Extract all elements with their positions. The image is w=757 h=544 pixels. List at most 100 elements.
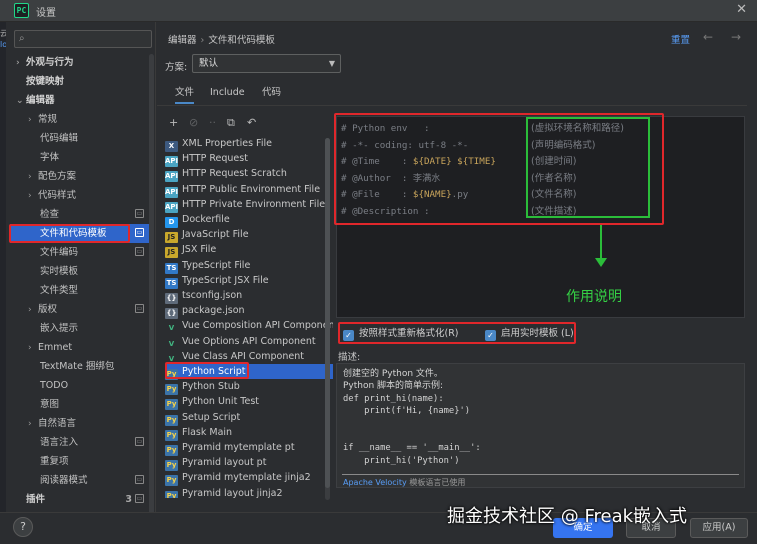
template-item[interactable]: TS TypeScript File xyxy=(165,258,333,274)
sidebar-item-plugins[interactable]: 插件 3 ▭ xyxy=(26,490,150,509)
template-item[interactable]: Py Setup Script xyxy=(165,410,333,426)
add-icon[interactable]: + xyxy=(169,116,178,130)
sidebar-item-code-editing[interactable]: 代码编辑 xyxy=(40,129,78,148)
code-text: # Python env : xyxy=(341,123,430,134)
help-button[interactable]: ? xyxy=(13,517,33,537)
template-item-label: Flask Main xyxy=(182,426,233,438)
template-item[interactable]: V Vue Class API Component xyxy=(165,349,333,364)
sidebar-item-inspections[interactable]: 检查 ▭ xyxy=(40,205,150,224)
tab-code[interactable]: 代码 xyxy=(262,86,281,104)
sidebar-item-duplicates[interactable]: 重复项 xyxy=(40,452,69,471)
template-code-editor[interactable]: # Python env : (虚拟环境名称和路径) # -*- coding: u… xyxy=(336,116,745,318)
template-item[interactable]: Py Pyramid layout jinja2 xyxy=(165,486,333,498)
settings-search[interactable]: ⌕ xyxy=(14,30,152,48)
template-item[interactable]: Py Python Stub xyxy=(165,379,333,396)
template-item[interactable]: TS TypeScript JSX File xyxy=(165,273,333,289)
template-item-label: HTTP Public Environment File xyxy=(182,183,321,195)
template-item-label: tsconfig.json xyxy=(182,290,243,301)
sidebar-item-label: 配色方案 xyxy=(38,171,77,182)
code-line: # @File : ${NAME}.py (文件名称) xyxy=(341,187,741,202)
sidebar-item-natural-languages[interactable]: › 自然语言 xyxy=(28,414,76,433)
template-item[interactable]: JS JSX File xyxy=(165,242,333,259)
template-item[interactable]: V Vue Composition API Component xyxy=(165,318,333,333)
tab-include[interactable]: Include xyxy=(210,86,245,104)
forward-arrow-icon[interactable]: → xyxy=(731,30,741,44)
code-variable: ${DATE} ${TIME} xyxy=(412,156,496,168)
sidebar-item-label: 文件和代码模板 xyxy=(40,228,107,239)
template-item-label: Setup Script xyxy=(182,411,241,423)
footer-text: 模板语言已使用 xyxy=(406,478,466,487)
close-icon[interactable]: ✕ xyxy=(736,3,747,17)
copy-icon[interactable]: ⧉ xyxy=(227,116,235,130)
template-item[interactable]: Py Python Script xyxy=(165,364,333,380)
sidebar-item-file-encodings[interactable]: 文件编码 ▭ xyxy=(40,243,150,262)
tab-divider xyxy=(157,105,747,106)
sidebar-item-label: 实时模板 xyxy=(40,266,79,277)
template-list-scroll-thumb[interactable] xyxy=(325,138,330,488)
template-item[interactable]: Py Flask Main xyxy=(165,425,333,441)
sidebar-item-font[interactable]: 字体 xyxy=(40,148,59,167)
cancel-button[interactable]: 取消 xyxy=(626,518,676,538)
live-templates-checkbox[interactable]: ✓ 启用实时模板 (L) xyxy=(485,326,574,342)
template-item[interactable]: {} tsconfig.json xyxy=(165,288,333,304)
sidebar-item-color-scheme[interactable]: › 配色方案 xyxy=(28,167,76,186)
sidebar-item-inlay-hints[interactable]: 嵌入提示 xyxy=(40,319,78,338)
template-item-label: Pyramid layout jinja2 xyxy=(182,487,283,498)
sidebar-item-intentions[interactable]: 意图 xyxy=(40,395,59,414)
sidebar-item-textmate[interactable]: TextMate 捆绑包 xyxy=(40,357,114,376)
scheme-label: 方案: xyxy=(165,62,188,73)
reformat-checkbox[interactable]: ✓ 按照样式重新格式化(R) xyxy=(343,326,459,342)
template-item-label: HTTP Request xyxy=(182,153,248,165)
template-item[interactable]: API HTTP Request Scratch xyxy=(165,166,333,183)
sidebar-item-file-types[interactable]: 文件类型 xyxy=(40,281,78,300)
sidebar-item-keymap[interactable]: 按键映射 xyxy=(26,72,64,91)
sidebar-item-reader-mode[interactable]: 阅读器模式 ▭ xyxy=(40,471,150,490)
sidebar-item-emmet[interactable]: › Emmet xyxy=(28,338,72,357)
apply-button[interactable]: 应用(A) xyxy=(690,518,748,538)
breadcrumb-separator: › xyxy=(200,35,205,46)
sidebar-item-appearance[interactable]: › 外观与行为 xyxy=(16,53,74,72)
template-item[interactable]: Py Pyramid mytemplate jinja2 xyxy=(165,470,333,487)
template-item[interactable]: D Dockerfile xyxy=(165,212,333,228)
template-item-label: HTTP Request Scratch xyxy=(182,168,287,180)
sidebar-item-label: 文件类型 xyxy=(40,285,79,296)
scheme-dropdown[interactable]: 默认 ▼ xyxy=(192,54,341,73)
template-item[interactable]: API HTTP Request xyxy=(165,151,333,168)
template-item[interactable]: API HTTP Private Environment File xyxy=(165,197,333,213)
template-item[interactable]: V Vue Options API Component xyxy=(165,334,333,349)
reset-link[interactable]: 重置 xyxy=(671,32,690,46)
template-item[interactable]: API HTTP Public Environment File xyxy=(165,182,333,198)
sidebar-item-code-style[interactable]: › 代码样式 xyxy=(28,186,76,205)
sidebar-item-live-templates[interactable]: 实时模板 xyxy=(40,262,78,281)
sidebar-item-file-templates[interactable]: 文件和代码模板 ▭ xyxy=(10,224,150,243)
description-line: if __name__ == '__main__': xyxy=(343,443,481,454)
sidebar-item-label: TODO xyxy=(40,380,69,391)
sidebar-item-todo[interactable]: TODO xyxy=(40,376,68,395)
template-item[interactable]: JS JavaScript File xyxy=(165,227,333,244)
breadcrumb-parent[interactable]: 编辑器 xyxy=(168,35,197,46)
template-item[interactable]: X XML Properties File xyxy=(165,136,333,152)
sidebar-item-language-injections[interactable]: 语言注入 ▭ xyxy=(40,433,150,452)
plugin-update-count: 3 xyxy=(125,494,132,505)
sidebar-item-general[interactable]: › 常规 xyxy=(28,110,57,129)
code-annotation: (文件描述) xyxy=(531,206,577,217)
template-item[interactable]: {} package.json xyxy=(165,303,333,320)
remove-icon[interactable]: ⊘ xyxy=(189,116,198,130)
reset-icon[interactable]: ↶ xyxy=(247,116,256,130)
code-annotation: (声明编码格式) xyxy=(531,139,596,151)
tab-files[interactable]: 文件 xyxy=(175,86,195,104)
velocity-link[interactable]: Apache Velocity xyxy=(343,478,407,487)
code-text: # -*- coding: utf-8 -*- xyxy=(341,139,469,151)
ok-button[interactable]: 确定 xyxy=(553,518,613,538)
sidebar-item-copyright[interactable]: › 版权 ▭ xyxy=(28,300,150,319)
back-arrow-icon[interactable]: ← xyxy=(703,30,713,44)
sidebar-item-label: Emmet xyxy=(38,342,73,353)
template-item[interactable]: Py Pyramid mytemplate pt xyxy=(165,440,333,456)
template-item-label: Vue Options API Component xyxy=(182,335,316,347)
sidebar-item-editor[interactable]: ⌄ 编辑器 xyxy=(16,91,55,110)
sidebar-scrollbar[interactable] xyxy=(149,54,154,514)
code-line: # @Time : ${DATE} ${TIME} (创建时间) xyxy=(341,154,741,169)
template-item[interactable]: Py Python Unit Test xyxy=(165,394,333,411)
search-input[interactable] xyxy=(37,32,147,46)
template-item[interactable]: Py Pyramid layout pt xyxy=(165,455,333,472)
